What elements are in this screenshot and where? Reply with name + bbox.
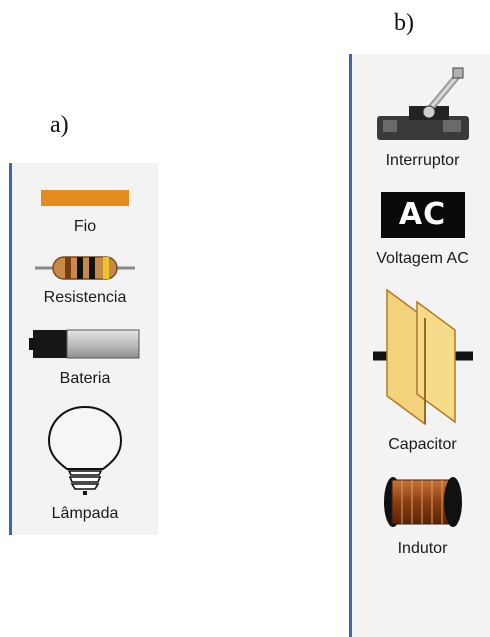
battery-icon <box>29 329 140 359</box>
component-switch[interactable]: Interruptor <box>352 66 490 170</box>
component-wire[interactable]: Fio <box>12 188 158 236</box>
toolbox-b: Interruptor AC Voltagem AC Capacitor Ind… <box>349 54 490 637</box>
panel-a-label: a) <box>50 112 69 138</box>
component-capacitor[interactable]: Capacitor <box>352 286 490 454</box>
component-label: Lâmpada <box>51 505 119 522</box>
component-label: Indutor <box>397 540 448 557</box>
component-resistor[interactable]: Resistencia <box>12 253 158 307</box>
inductor-icon <box>383 477 462 527</box>
resistor-icon <box>35 256 135 280</box>
component-label: Capacitor <box>388 436 457 453</box>
component-lamp[interactable]: Lâmpada <box>12 403 158 523</box>
wire-icon <box>41 190 129 206</box>
switch-icon <box>376 67 469 140</box>
panel-b-label: b) <box>394 10 414 36</box>
component-ac-voltage[interactable]: AC Voltagem AC <box>352 192 490 268</box>
component-label: Interruptor <box>385 152 460 169</box>
component-label: Bateria <box>59 370 111 387</box>
component-inductor[interactable]: Indutor <box>352 474 490 558</box>
ac-source-icon: AC <box>380 192 465 238</box>
component-label: Resistencia <box>43 289 127 306</box>
lightbulb-icon <box>47 405 123 495</box>
toolbox-a: Fio Resistencia Bateria Lâmpada <box>9 163 158 535</box>
capacitor-icon <box>372 288 473 426</box>
component-battery[interactable]: Bateria <box>12 326 158 388</box>
component-label: Voltagem AC <box>376 250 469 267</box>
component-label: Fio <box>73 218 97 235</box>
